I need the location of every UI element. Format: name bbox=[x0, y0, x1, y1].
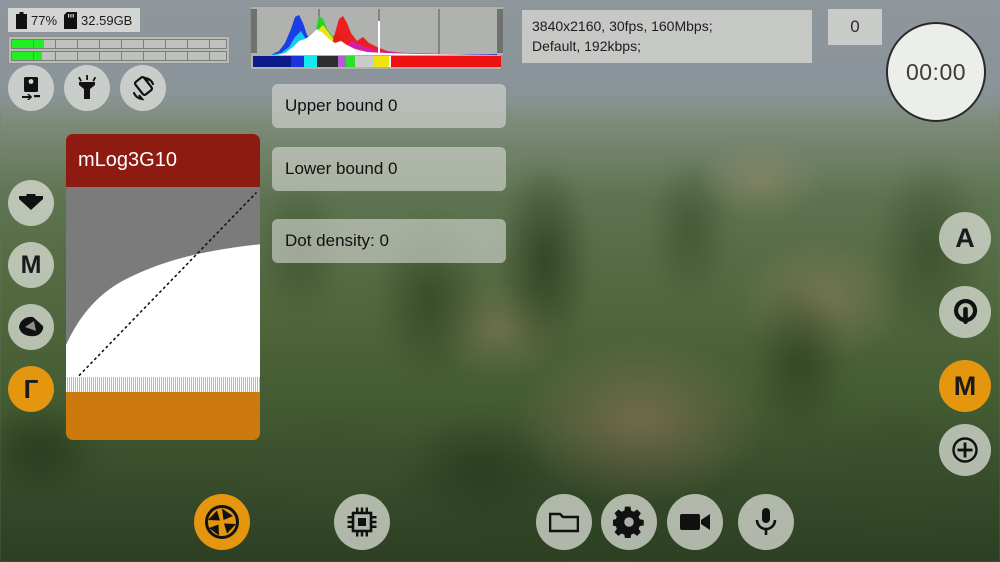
video-format-line1: 3840x2160, 30fps, 160Mbps; bbox=[532, 18, 713, 34]
processor-button[interactable] bbox=[334, 494, 390, 550]
record-timer-button[interactable]: 00:00 bbox=[886, 22, 986, 122]
audio-level-meters bbox=[8, 36, 230, 64]
histogram-legend-segment bbox=[303, 56, 317, 67]
settings-button[interactable] bbox=[601, 494, 657, 550]
gear-icon bbox=[613, 506, 645, 538]
histogram-legend-segment bbox=[316, 56, 338, 67]
lens-icon bbox=[17, 315, 45, 339]
manual-mode-button[interactable]: M bbox=[939, 360, 991, 412]
auto-mode-button[interactable]: A bbox=[939, 212, 991, 264]
histogram-legend-segment bbox=[354, 56, 374, 67]
gamma-curve-plot[interactable] bbox=[66, 187, 260, 392]
histogram-legend-segment bbox=[346, 56, 355, 67]
histogram-legend-segment bbox=[291, 56, 304, 67]
battery-percent-label: 77% bbox=[31, 12, 58, 28]
manual-iso-button[interactable]: M bbox=[8, 242, 54, 288]
histogram-color-legend bbox=[253, 56, 501, 67]
rotation-lock-button[interactable] bbox=[120, 65, 166, 111]
battery-indicator: 77% bbox=[16, 11, 58, 29]
touch-focus-button[interactable] bbox=[939, 286, 991, 338]
add-preset-button[interactable] bbox=[939, 424, 991, 476]
rgb-histogram-panel[interactable] bbox=[250, 6, 503, 70]
video-camera-icon bbox=[679, 511, 711, 533]
dot-density-panel[interactable]: Dot density: 0 bbox=[272, 219, 506, 263]
shot-counter[interactable]: 0 bbox=[828, 9, 882, 45]
flashlight-icon bbox=[74, 75, 100, 101]
chip-icon bbox=[346, 506, 378, 538]
status-bar: 77% 32.59GB bbox=[8, 8, 141, 32]
gamma-curve-card[interactable]: mLog3G10 bbox=[66, 134, 260, 440]
audio-level-left bbox=[11, 39, 227, 49]
video-format-info[interactable]: 3840x2160, 30fps, 160Mbps; Default, 192k… bbox=[522, 10, 812, 63]
device-shift-icon bbox=[19, 76, 43, 100]
microphone-icon bbox=[754, 507, 778, 537]
histogram-plot bbox=[251, 7, 503, 55]
histogram-legend-segment bbox=[373, 56, 389, 67]
gamma-curve-title: mLog3G10 bbox=[66, 134, 260, 187]
storage-free-label: 32.59GB bbox=[81, 12, 133, 28]
touch-focus-icon bbox=[952, 298, 979, 326]
auto-mode-label: A bbox=[955, 222, 975, 253]
audio-level-right bbox=[11, 51, 227, 61]
folder-icon bbox=[549, 510, 579, 534]
manual-mode-label: M bbox=[953, 370, 977, 401]
aperture-button[interactable] bbox=[194, 494, 250, 550]
upper-bound-panel[interactable]: Upper bound 0 bbox=[272, 84, 506, 128]
histogram-legend-segment bbox=[337, 56, 347, 67]
lens-select-button[interactable] bbox=[8, 304, 54, 350]
manual-iso-label: M bbox=[20, 250, 42, 279]
white-balance-button[interactable] bbox=[8, 180, 54, 226]
gamma-letter-label: Г bbox=[23, 374, 39, 404]
gamma-curve-ruler bbox=[66, 377, 260, 392]
device-shift-button[interactable] bbox=[8, 65, 54, 111]
torch-button[interactable] bbox=[64, 65, 110, 111]
video-format-line2: Default, 192kbps; bbox=[532, 38, 641, 54]
video-mode-button[interactable] bbox=[667, 494, 723, 550]
microphone-button[interactable] bbox=[738, 494, 794, 550]
white-balance-icon bbox=[18, 192, 44, 214]
storage-indicator: 32.59GB bbox=[64, 11, 133, 29]
lower-bound-panel[interactable]: Lower bound 0 bbox=[272, 147, 506, 191]
battery-icon bbox=[16, 11, 27, 29]
histogram-legend-segment bbox=[253, 56, 292, 67]
screen-rotation-icon bbox=[130, 75, 157, 102]
plus-circle-icon bbox=[951, 436, 979, 464]
aperture-icon bbox=[205, 505, 239, 539]
gamma-button[interactable]: Г bbox=[8, 366, 54, 412]
histogram-legend-segment bbox=[390, 56, 501, 67]
sd-card-icon bbox=[64, 11, 78, 29]
gallery-button[interactable] bbox=[536, 494, 592, 550]
